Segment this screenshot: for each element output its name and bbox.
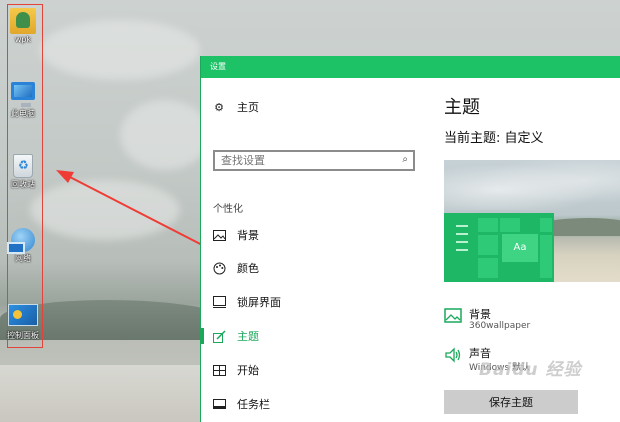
taskbar-icon	[212, 397, 226, 411]
theme-preview: Aa	[444, 160, 620, 282]
desktop-icon-label: 回收站	[11, 180, 35, 189]
desktop-icon-label: wpk	[14, 35, 32, 44]
option-value: 360wallpaper	[469, 321, 531, 331]
nav-item-label: 任务栏	[237, 398, 270, 411]
save-theme-button[interactable]: 保存主题	[444, 390, 578, 414]
nav-home-label: 主页	[237, 101, 259, 114]
nav-item-background[interactable]: 背景	[201, 222, 426, 248]
nav-item-label: 开始	[237, 364, 259, 377]
desktop-icon-this-pc[interactable]: 此电脑	[3, 82, 43, 119]
current-theme-label: 当前主题: 自定义	[444, 131, 544, 146]
user-folder-icon	[10, 8, 36, 34]
picture-icon	[212, 228, 226, 242]
nav-item-taskbar[interactable]: 任务栏	[201, 391, 426, 417]
search-icon[interactable]: ⌕	[402, 154, 408, 165]
nav-item-label: 颜色	[237, 262, 259, 275]
baidu-watermark: Baidu 经验	[479, 360, 582, 380]
picture-icon	[444, 308, 462, 326]
preview-tile-label: Aa	[502, 234, 538, 262]
desktop-icon-label: 控制面板	[7, 331, 39, 340]
lock-screen-icon	[212, 295, 226, 309]
desktop-icon-label: 网络	[15, 254, 31, 263]
nav-item-label: 背景	[237, 229, 259, 242]
search-box[interactable]: ⌕	[213, 150, 415, 171]
gear-icon: ⚙	[214, 100, 224, 114]
this-pc-icon	[11, 82, 35, 107]
search-input[interactable]	[221, 154, 391, 167]
nav-home[interactable]: ⚙ 主页	[201, 94, 426, 120]
nav-item-colors[interactable]: 颜色	[201, 255, 426, 281]
settings-nav: ⚙ 主页 ⌕ 个性化 背景 颜色 锁屏界面	[201, 78, 426, 422]
desktop-icon-control-panel[interactable]: 控制面板	[3, 304, 43, 341]
network-icon	[7, 228, 35, 254]
nav-item-label: 主题	[237, 330, 259, 343]
desktop-icon-user-folder[interactable]: wpk	[3, 8, 43, 44]
option-name: 背景	[469, 308, 491, 321]
control-panel-icon	[8, 304, 38, 326]
page-title: 主题	[444, 97, 480, 118]
desktop-icon-network[interactable]: 网络	[3, 228, 43, 264]
speaker-icon	[444, 347, 462, 365]
brush-icon	[212, 329, 226, 343]
palette-icon	[212, 261, 226, 275]
nav-item-themes[interactable]: 主题	[201, 323, 426, 349]
desktop-icon-recycle-bin[interactable]: 回收站	[3, 154, 43, 190]
section-heading: 个性化	[213, 204, 243, 215]
nav-item-lock-screen[interactable]: 锁屏界面	[201, 289, 426, 315]
nav-item-start[interactable]: 开始	[201, 357, 426, 383]
option-background[interactable]: 背景 360wallpaper	[444, 306, 620, 336]
start-grid-icon	[212, 363, 226, 377]
recycle-bin-icon	[13, 154, 33, 178]
nav-item-label: 锁屏界面	[237, 296, 281, 309]
desktop-icon-label: 此电脑	[11, 109, 35, 118]
window-title: 设置	[201, 56, 620, 78]
